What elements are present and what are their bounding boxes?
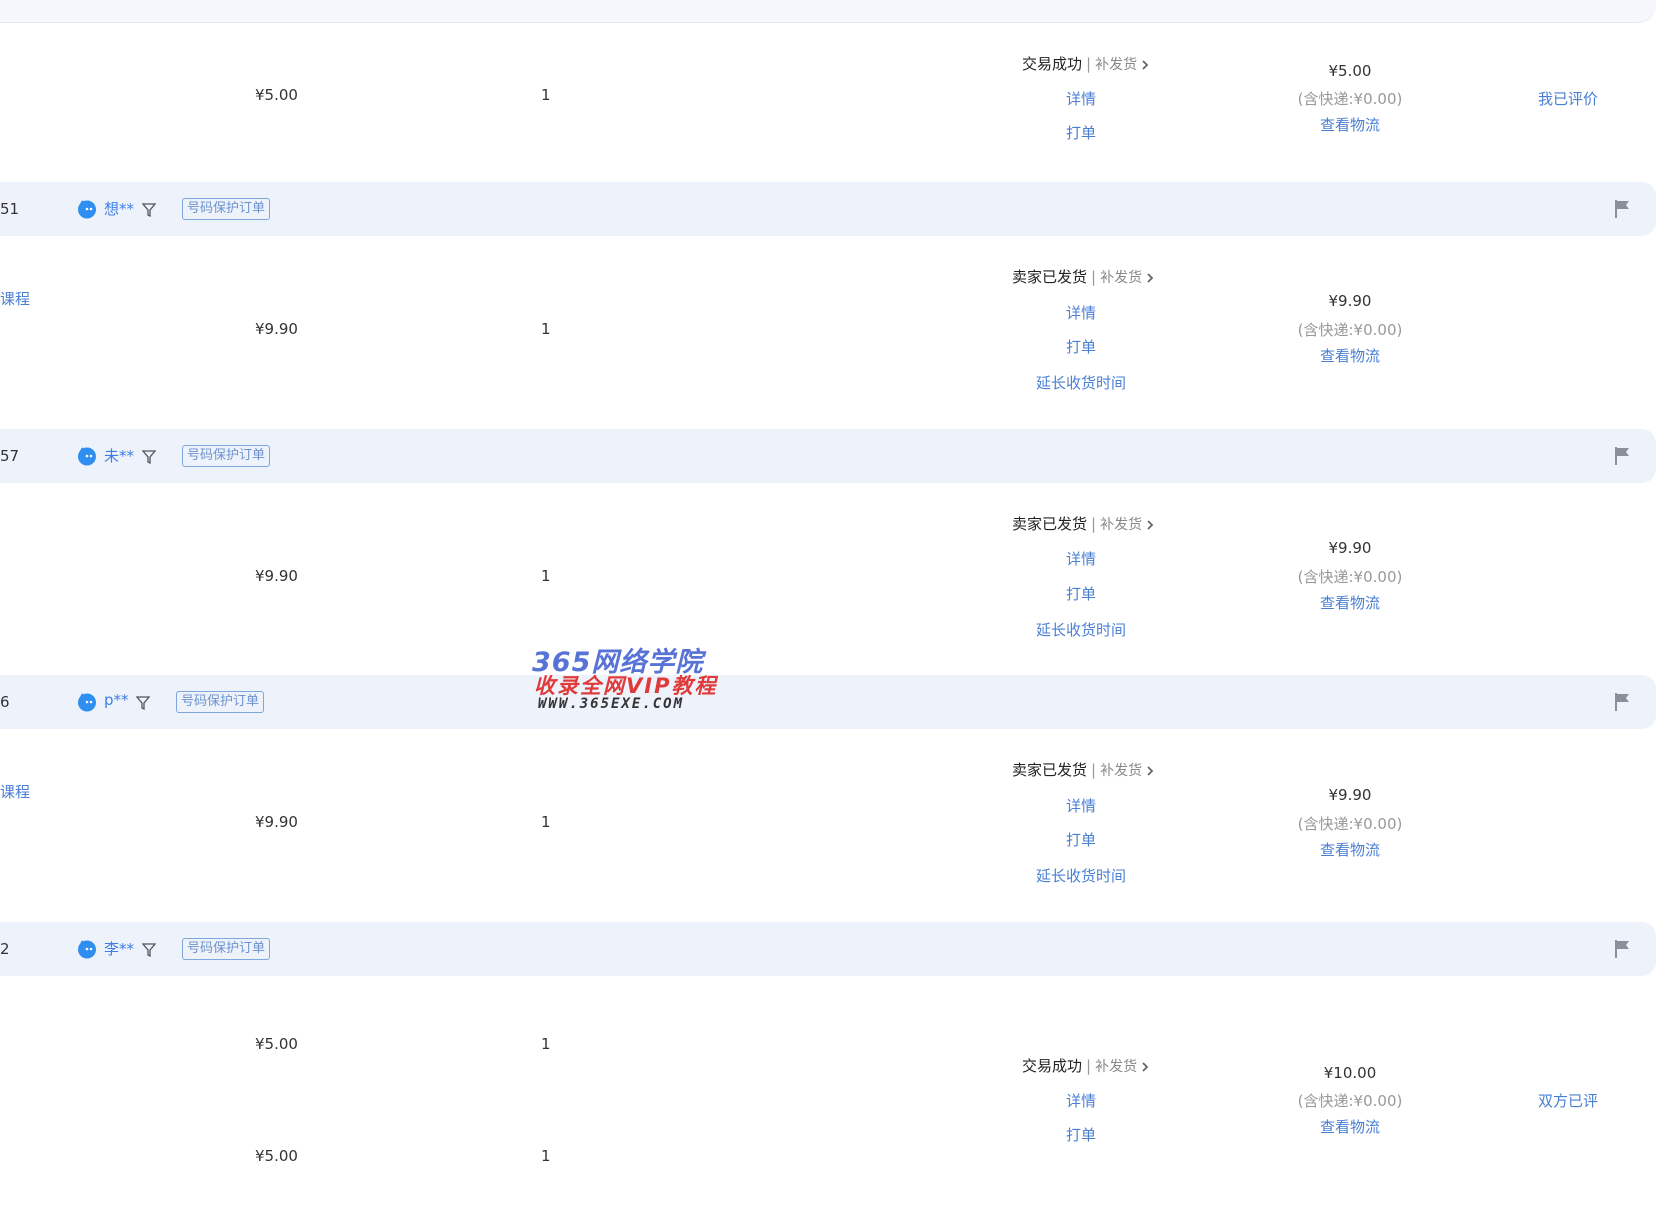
resend-link[interactable]: 补发货 (1100, 270, 1142, 286)
view-logistics-link[interactable]: 查看物流 (1275, 114, 1425, 135)
item-title-fragment[interactable]: 课程 (0, 288, 30, 309)
review-status-link[interactable]: 双方已评 (1538, 1090, 1598, 1111)
number-protection-tag: 号码保护订单 (182, 938, 271, 960)
item-quantity: 1 (541, 567, 551, 585)
wangwang-avatar-icon[interactable] (77, 692, 97, 712)
buyer-name[interactable]: p** (104, 691, 129, 709)
order-id-tail: 6 (0, 693, 10, 711)
order-total: ¥9.90 (1328, 292, 1372, 310)
shipping-fee: (含快递:¥0.00) (1297, 568, 1403, 586)
filter-icon[interactable] (142, 943, 156, 957)
order-total: ¥10.00 (1323, 1064, 1377, 1082)
view-logistics-link[interactable]: 查看物流 (1275, 345, 1425, 366)
item-quantity: 1 (541, 1147, 551, 1165)
flag-icon[interactable] (1614, 692, 1632, 712)
shipping-fee: (含快递:¥0.00) (1297, 321, 1403, 339)
item-quantity: 1 (541, 813, 551, 831)
item-quantity: 1 (541, 320, 551, 338)
item-price: ¥9.90 (255, 567, 298, 585)
flag-icon[interactable] (1614, 939, 1632, 959)
print-link[interactable]: 打单 (1066, 122, 1096, 143)
item-quantity: 1 (541, 86, 551, 104)
chevron-right-icon (1142, 1061, 1149, 1072)
number-protection-tag: 号码保护订单 (182, 445, 271, 467)
resend-link[interactable]: 补发货 (1095, 57, 1137, 73)
order-status-line: 交易成功 | 补发货 (1022, 1055, 1151, 1076)
order-total: ¥5.00 (1328, 62, 1372, 80)
resend-link[interactable]: 补发货 (1100, 763, 1142, 779)
filter-icon[interactable] (142, 203, 156, 217)
item-quantity: 1 (541, 1035, 551, 1053)
print-link[interactable]: 打单 (1066, 336, 1096, 357)
buyer-name[interactable]: 未** (104, 445, 134, 466)
detail-link[interactable]: 详情 (1066, 88, 1096, 109)
print-link[interactable]: 打单 (1066, 583, 1096, 604)
review-status-link[interactable]: 我已评价 (1538, 88, 1598, 109)
shipping-fee: (含快递:¥0.00) (1297, 90, 1403, 108)
number-protection-tag: 号码保护订单 (182, 198, 271, 220)
chevron-right-icon (1147, 519, 1154, 530)
order-status-line: 交易成功 | 补发货 (1022, 53, 1151, 74)
resend-link[interactable]: 补发货 (1095, 1059, 1137, 1075)
resend-link[interactable]: 补发货 (1100, 517, 1142, 533)
detail-link[interactable]: 详情 (1066, 1090, 1096, 1111)
view-logistics-link[interactable]: 查看物流 (1275, 1116, 1425, 1137)
extend-receipt-link[interactable]: 延长收货时间 (1036, 372, 1126, 393)
wangwang-avatar-icon[interactable] (77, 199, 97, 219)
order-id-tail: 57 (0, 447, 20, 465)
order-total: ¥9.90 (1328, 786, 1372, 804)
order-status: 卖家已发货 (1012, 515, 1088, 533)
order-header-1: 51 想** 号码保护订单 (0, 182, 1656, 236)
order-total: ¥9.90 (1328, 539, 1372, 557)
flag-icon[interactable] (1614, 199, 1632, 219)
filter-icon[interactable] (142, 450, 156, 464)
wangwang-avatar-icon[interactable] (77, 939, 97, 959)
print-link[interactable]: 打单 (1066, 829, 1096, 850)
shipping-fee: (含快递:¥0.00) (1297, 1092, 1403, 1110)
view-logistics-link[interactable]: 查看物流 (1275, 592, 1425, 613)
order-status: 交易成功 (1022, 55, 1083, 73)
number-protection-tag: 号码保护订单 (176, 691, 265, 713)
order-header-3: 6 p** 号码保护订单 (0, 675, 1656, 729)
order-status-line: 卖家已发货 | 补发货 (1012, 513, 1156, 534)
buyer-name[interactable]: 想** (104, 198, 134, 219)
order-header-2: 57 未** 号码保护订单 (0, 429, 1656, 483)
print-link[interactable]: 打单 (1066, 1124, 1096, 1145)
chevron-right-icon (1147, 765, 1154, 776)
wangwang-avatar-icon[interactable] (77, 446, 97, 466)
extend-receipt-link[interactable]: 延长收货时间 (1036, 865, 1126, 886)
chevron-right-icon (1147, 272, 1154, 283)
order-status-line: 卖家已发货 | 补发货 (1012, 759, 1156, 780)
shipping-fee: (含快递:¥0.00) (1297, 815, 1403, 833)
top-divider-bar (0, 0, 1656, 23)
flag-icon[interactable] (1614, 446, 1632, 466)
filter-icon[interactable] (136, 696, 150, 710)
order-id-tail: 51 (0, 200, 20, 218)
watermark-line-3: WWW.365EXE.COM (538, 696, 685, 712)
chevron-right-icon (1142, 59, 1149, 70)
order-status: 卖家已发货 (1012, 268, 1088, 286)
item-price: ¥5.00 (255, 1147, 298, 1165)
item-price: ¥9.90 (255, 813, 298, 831)
order-id-tail: 2 (0, 940, 10, 958)
item-price: ¥5.00 (255, 1035, 298, 1053)
item-price: ¥9.90 (255, 320, 298, 338)
order-status: 交易成功 (1022, 1057, 1083, 1075)
buyer-name[interactable]: 李** (104, 938, 134, 959)
extend-receipt-link[interactable]: 延长收货时间 (1036, 619, 1126, 640)
order-status-line: 卖家已发货 | 补发货 (1012, 266, 1156, 287)
order-status: 卖家已发货 (1012, 761, 1088, 779)
item-price: ¥5.00 (255, 86, 298, 104)
item-title-fragment[interactable]: 课程 (0, 781, 30, 802)
view-logistics-link[interactable]: 查看物流 (1275, 839, 1425, 860)
detail-link[interactable]: 详情 (1066, 795, 1096, 816)
detail-link[interactable]: 详情 (1066, 302, 1096, 323)
order-header-4: 2 李** 号码保护订单 (0, 922, 1656, 976)
detail-link[interactable]: 详情 (1066, 548, 1096, 569)
